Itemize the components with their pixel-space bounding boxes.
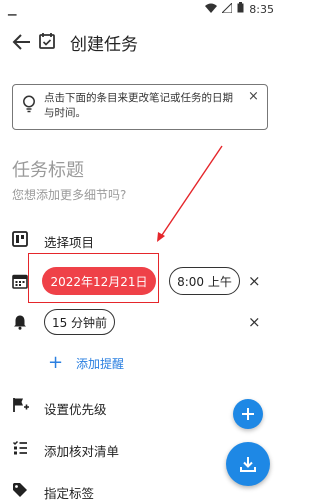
select-project-item[interactable]: 选择项目 xyxy=(44,232,94,251)
remove-reminder-icon[interactable]: × xyxy=(248,313,261,331)
set-priority-item[interactable]: 设置优先级 xyxy=(44,399,107,418)
calendar-icon xyxy=(12,273,28,289)
tag-icon xyxy=(12,482,28,498)
clock-time: 8:35 xyxy=(249,2,274,16)
status-bar: ▁ 8:35 xyxy=(0,0,282,20)
time-chip[interactable]: 8:00 上午 xyxy=(169,267,240,295)
remove-date-icon[interactable]: × xyxy=(248,272,261,290)
save-fab-button[interactable] xyxy=(226,442,270,486)
reminder-chip[interactable]: 15 分钟前 xyxy=(44,309,115,335)
signal-icon xyxy=(221,1,233,16)
notification-icon: ▁ xyxy=(8,3,17,16)
assign-tags-item[interactable]: 指定标签 xyxy=(44,483,94,502)
page-title: 创建任务 xyxy=(70,35,138,55)
download-tray-icon xyxy=(240,457,256,472)
status-icons: 8:35 xyxy=(205,1,274,16)
project-board-icon xyxy=(12,231,28,247)
task-details-input[interactable]: 您想添加更多细节吗? xyxy=(12,186,126,203)
date-chip[interactable]: 2022年12月21日 xyxy=(42,267,156,295)
add-checklist-item[interactable]: 添加核对清单 xyxy=(44,441,119,460)
battery-icon xyxy=(237,2,244,16)
lightbulb-icon xyxy=(22,95,36,113)
plus-icon[interactable]: + xyxy=(48,352,63,373)
add-fab-button[interactable] xyxy=(233,399,263,429)
checklist-icon xyxy=(12,440,28,456)
add-reminder-button[interactable]: 添加提醒 xyxy=(76,355,124,372)
task-calendar-icon xyxy=(38,32,56,50)
wifi-icon xyxy=(205,3,218,16)
close-icon[interactable]: × xyxy=(248,89,259,104)
hint-text: 点击下面的条目来更改笔记或任务的日期与时间。 xyxy=(44,92,233,119)
bell-icon xyxy=(12,314,28,330)
task-title-input[interactable]: 任务标题 xyxy=(12,156,84,182)
back-arrow-icon[interactable] xyxy=(10,30,34,54)
plus-icon xyxy=(242,408,254,420)
priority-flag-icon xyxy=(12,397,29,413)
